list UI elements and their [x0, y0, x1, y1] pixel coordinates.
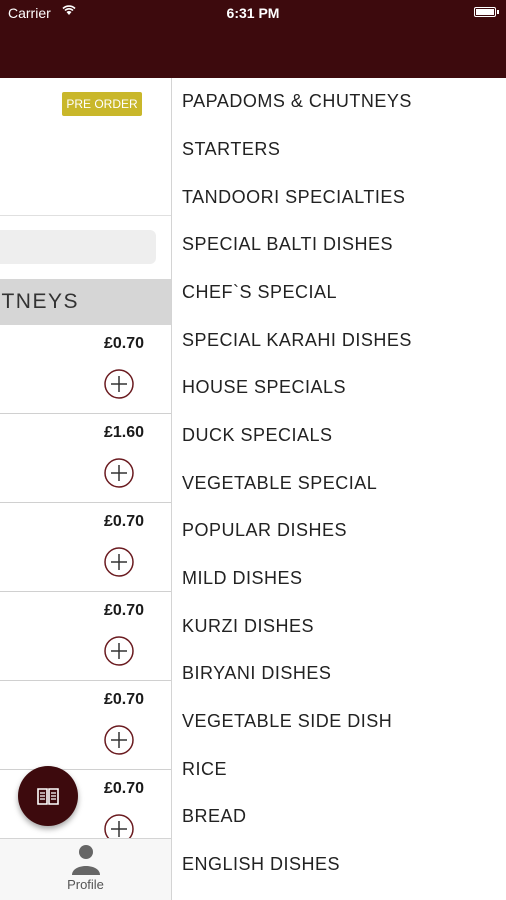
- drawer-item[interactable]: PAPADOMS & CHUTNEYS: [182, 83, 502, 119]
- drawer-item[interactable]: ENGLISH DISHES: [182, 846, 502, 882]
- category-header-label: TNEYS: [1, 290, 79, 313]
- drawer-item[interactable]: BREAD: [182, 798, 502, 834]
- item-price: £0.70: [103, 335, 144, 352]
- status-bar: Carrier 6:31 PM: [0, 0, 506, 28]
- menu-item[interactable]: £0.70: [0, 325, 171, 414]
- menu-item[interactable]: £1.60: [0, 414, 171, 503]
- category-header: TNEYS: [0, 279, 171, 325]
- tab-bar: Profile: [0, 838, 171, 900]
- book-icon: [37, 788, 59, 805]
- drawer-item[interactable]: VEGETABLE SPECIAL: [182, 465, 502, 501]
- drawer-item[interactable]: VEGETABLE SIDE DISH: [182, 703, 502, 739]
- drawer-item[interactable]: DUCK SPECIALS: [182, 417, 502, 453]
- menu-item[interactable]: £0.70: [0, 503, 171, 592]
- drawer-item[interactable]: TANDOORI SPECIALTIES: [182, 179, 502, 215]
- tab-profile-label[interactable]: Profile: [0, 877, 171, 892]
- drawer-item[interactable]: STARTERS: [182, 131, 502, 167]
- drawer-item[interactable]: CHEF`S SPECIAL: [182, 274, 502, 310]
- drawer-item[interactable]: POPULAR DISHES: [182, 512, 502, 548]
- item-price: £0.70: [103, 602, 144, 619]
- drawer-item[interactable]: SPECIAL KARAHI DISHES: [182, 322, 502, 358]
- menu-item[interactable]: £0.70: [0, 681, 171, 770]
- status-time: 6:31 PM: [226, 5, 280, 21]
- add-icon[interactable]: [104, 547, 134, 577]
- category-drawer: PAPADOMS & CHUTNEYS STARTERS TANDOORI SP…: [171, 78, 506, 900]
- drawer-item[interactable]: KURZI DISHES: [182, 608, 502, 644]
- pre-order-badge[interactable]: PRE ORDER: [62, 92, 142, 116]
- drawer-item[interactable]: SPECIAL BALTI DISHES: [182, 226, 502, 262]
- drawer-item[interactable]: RICE: [182, 751, 502, 787]
- drawer-item[interactable]: MILD DISHES: [182, 560, 502, 596]
- profile-icon[interactable]: [70, 843, 102, 875]
- item-price: £0.70: [103, 780, 144, 797]
- nav-bar: [0, 28, 506, 78]
- menu-item[interactable]: £0.70: [0, 592, 171, 681]
- item-price: £0.70: [103, 691, 144, 708]
- add-icon[interactable]: [104, 369, 134, 399]
- search-input[interactable]: [0, 230, 156, 264]
- add-icon[interactable]: [104, 636, 134, 666]
- item-price: £0.70: [103, 513, 144, 530]
- divider: [0, 215, 171, 216]
- battery-icon: [474, 7, 499, 17]
- add-icon[interactable]: [104, 725, 134, 755]
- add-icon[interactable]: [104, 458, 134, 488]
- drawer-item[interactable]: HOUSE SPECIALS: [182, 369, 502, 405]
- item-price: £1.60: [103, 424, 144, 441]
- menu-book-button[interactable]: [18, 766, 78, 826]
- drawer-item[interactable]: BIRYANI DISHES: [182, 655, 502, 691]
